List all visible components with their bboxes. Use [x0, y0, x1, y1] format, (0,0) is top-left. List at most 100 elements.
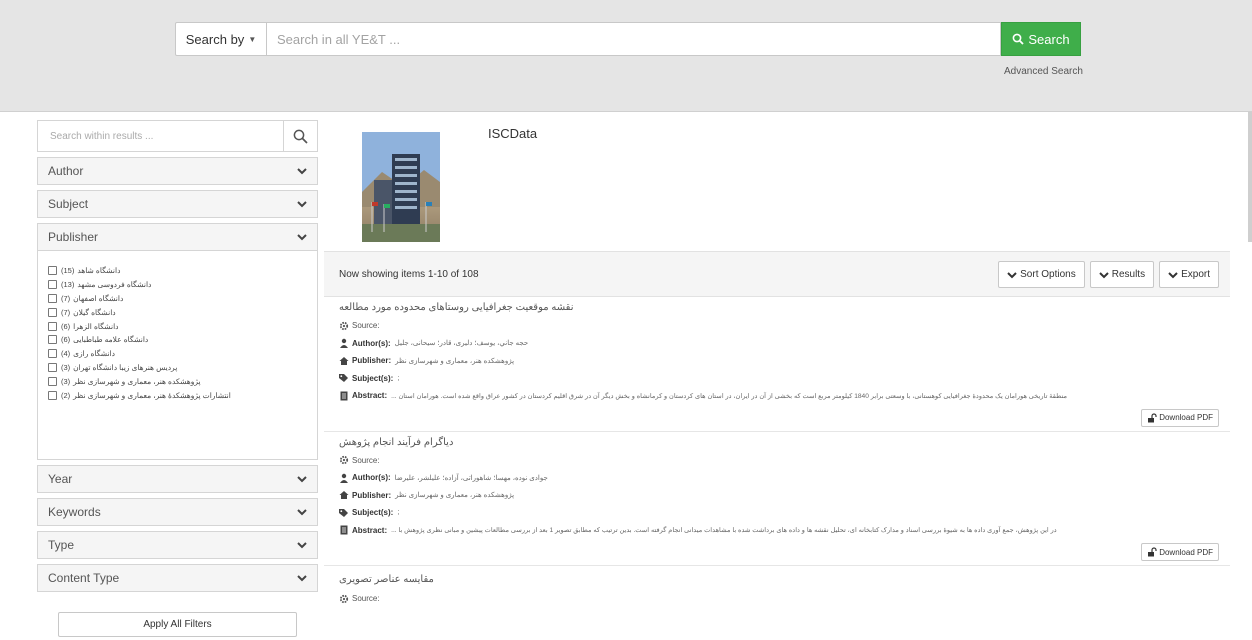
checkbox[interactable]	[48, 280, 57, 290]
checkbox[interactable]	[48, 307, 57, 317]
publisher-count: (6)	[61, 335, 71, 345]
search-by-dropdown[interactable]: Search by ▼	[175, 22, 267, 56]
home-icon	[339, 491, 349, 500]
abstract-value: ... منطقهٔ تاریخی هورامان یک محدودهٔ جغر…	[391, 392, 1068, 400]
result-item: مقایسه عناصر تصویری Source:	[324, 566, 1230, 608]
advanced-search-link[interactable]: Advanced Search	[1004, 66, 1083, 77]
tags-icon	[339, 374, 348, 383]
chevron-down-icon	[297, 168, 307, 175]
export-label: Export	[1181, 269, 1210, 280]
download-pdf-button[interactable]: Download PDF	[1141, 408, 1219, 427]
top-search-band: Search by ▼ Search Advanced Search	[0, 0, 1252, 112]
download-pdf-label: Download PDF	[1159, 413, 1213, 422]
publisher-option[interactable]: (7) دانشگاه اصفهان	[48, 292, 307, 306]
search-within-button[interactable]	[283, 121, 317, 151]
publisher-option[interactable]: (15) دانشگاه شاهد	[48, 264, 307, 278]
publisher-value[interactable]: پژوهشکده هنر، معماری و شهرسازی نظر	[395, 357, 514, 365]
publisher-option[interactable]: (13) دانشگاه فردوسی مشهد	[48, 278, 307, 292]
source-label: Source:	[339, 455, 380, 465]
authors-value[interactable]: حجه جاني، يوسف؛ دلیری، قادر؛ سیحانی، جلی…	[395, 339, 529, 347]
subjects-label: Subject(s):	[339, 373, 393, 383]
search-button[interactable]: Search	[1001, 22, 1081, 56]
source-row: Source:	[339, 590, 1219, 608]
search-within-input[interactable]	[38, 121, 283, 151]
publisher-option[interactable]: (6) دانشگاه علامه طباطبایی	[48, 333, 307, 347]
result-title[interactable]: نقشه موقعیت جغرافیایی روستاهای محدوده مو…	[339, 297, 1219, 317]
publisher-row: Publisher: پژوهشکده هنر، معماری و شهرساز…	[339, 487, 1219, 505]
home-icon	[339, 356, 349, 365]
source-row: Source:	[339, 452, 1219, 470]
checkbox[interactable]	[48, 362, 57, 372]
source-label: Source:	[339, 594, 380, 604]
subjects-row: Subject(s): ;	[339, 370, 1219, 388]
download-pdf-button[interactable]: Download PDF	[1141, 543, 1219, 561]
search-by-label: Search by	[185, 31, 245, 47]
authors-row: Author(s): حجه جاني، يوسف؛ دلیری، قادر؛ …	[339, 335, 1219, 353]
file-text-icon	[340, 391, 348, 401]
publisher-name: پژوهشکده هنر، معماری و شهرسازی نظر	[73, 376, 201, 386]
publisher-name: دانشگاه رازی	[73, 349, 116, 359]
checkbox[interactable]	[48, 293, 57, 303]
publisher-option[interactable]: (2) انتشارات پژوهشکدهٔ هنر، معماری و شهرس…	[48, 388, 307, 402]
publisher-count: (3)	[61, 362, 71, 372]
publisher-option[interactable]: (7) دانشگاه گیلان	[48, 305, 307, 319]
checkbox[interactable]	[48, 390, 57, 400]
publisher-label-text: Publisher:	[352, 356, 392, 366]
publisher-count: (7)	[61, 293, 71, 303]
checkbox[interactable]	[48, 266, 57, 276]
publisher-value[interactable]: پژوهشکده هنر، معماری و شهرسازی نظر	[395, 491, 514, 499]
publisher-facet-list: (15) دانشگاه شاهد (13) دانشگاه فردوسی مشهد…	[37, 251, 318, 460]
authors-label: Author(s):	[339, 338, 391, 349]
checkbox[interactable]	[48, 335, 57, 345]
subjects-value: ;	[397, 374, 400, 382]
unlock-icon	[1148, 547, 1157, 557]
publisher-name: دانشگاه گیلان	[73, 307, 116, 317]
result-title[interactable]: دیاگرام فرآیند انجام پژوهش	[339, 432, 1219, 452]
publisher-count: (2)	[61, 390, 71, 400]
gear-icon	[339, 321, 349, 330]
publisher-count: (15)	[61, 266, 75, 276]
facet-content-type[interactable]: Content Type	[37, 564, 318, 592]
publisher-option[interactable]: (3) پردیس هنرهای زیبا دانشگاه تهران	[48, 361, 307, 375]
sort-options-button[interactable]: Sort Options	[998, 261, 1085, 288]
results-toolbar: Sort Options Results Export	[998, 261, 1219, 288]
publisher-label: Publisher:	[339, 490, 391, 500]
search-input[interactable]	[267, 22, 1001, 56]
apply-all-filters-button[interactable]: Apply All Filters	[58, 612, 297, 637]
publisher-name: دانشگاه اصفهان	[73, 293, 124, 303]
results-panel: Now showing items 1-10 of 108 Sort Optio…	[324, 251, 1230, 640]
authors-label-text: Author(s):	[352, 338, 391, 348]
publisher-name: دانشگاه علامه طباطبایی	[73, 335, 149, 345]
facet-type[interactable]: Type	[37, 531, 318, 559]
chevron-down-icon	[1168, 271, 1178, 278]
checkbox[interactable]	[48, 349, 57, 359]
page-scrollbar[interactable]	[1248, 112, 1252, 242]
publisher-label: Publisher:	[339, 356, 391, 366]
facet-keywords[interactable]: Keywords	[37, 498, 318, 526]
facet-year[interactable]: Year	[37, 465, 318, 493]
facet-author[interactable]: Author	[37, 157, 318, 185]
facet-subject[interactable]: Subject	[37, 190, 318, 218]
checkbox[interactable]	[48, 321, 57, 331]
publisher-option[interactable]: (3) پژوهشکده هنر، معماری و شهرسازی نظر	[48, 374, 307, 388]
caret-down-icon: ▼	[248, 34, 257, 44]
chevron-down-icon	[297, 542, 307, 549]
result-title[interactable]: مقایسه عناصر تصویری	[339, 566, 1219, 590]
search-within-box	[37, 120, 318, 152]
authors-value[interactable]: جوادی نوده، مهسا؛ شاهوراتی، آزاده؛ علیلش…	[395, 474, 548, 482]
results-button[interactable]: Results	[1089, 261, 1155, 288]
facet-label: Author	[48, 164, 84, 178]
checkbox[interactable]	[48, 376, 57, 386]
publisher-option[interactable]: (6) دانشگاه الزهرا	[48, 319, 307, 333]
facet-label: Type	[48, 538, 75, 552]
facet-label: Content Type	[48, 571, 120, 585]
facet-label: Subject	[48, 197, 89, 211]
facet-label: Publisher	[48, 230, 99, 244]
publisher-option[interactable]: (4) دانشگاه رازی	[48, 347, 307, 361]
publisher-count: (7)	[61, 307, 71, 317]
facet-publisher[interactable]: Publisher	[37, 223, 318, 251]
publisher-count: (6)	[61, 321, 71, 331]
collection-cover-image	[362, 132, 440, 242]
export-button[interactable]: Export	[1159, 261, 1219, 288]
publisher-name: دانشگاه فردوسی مشهد	[77, 280, 152, 290]
